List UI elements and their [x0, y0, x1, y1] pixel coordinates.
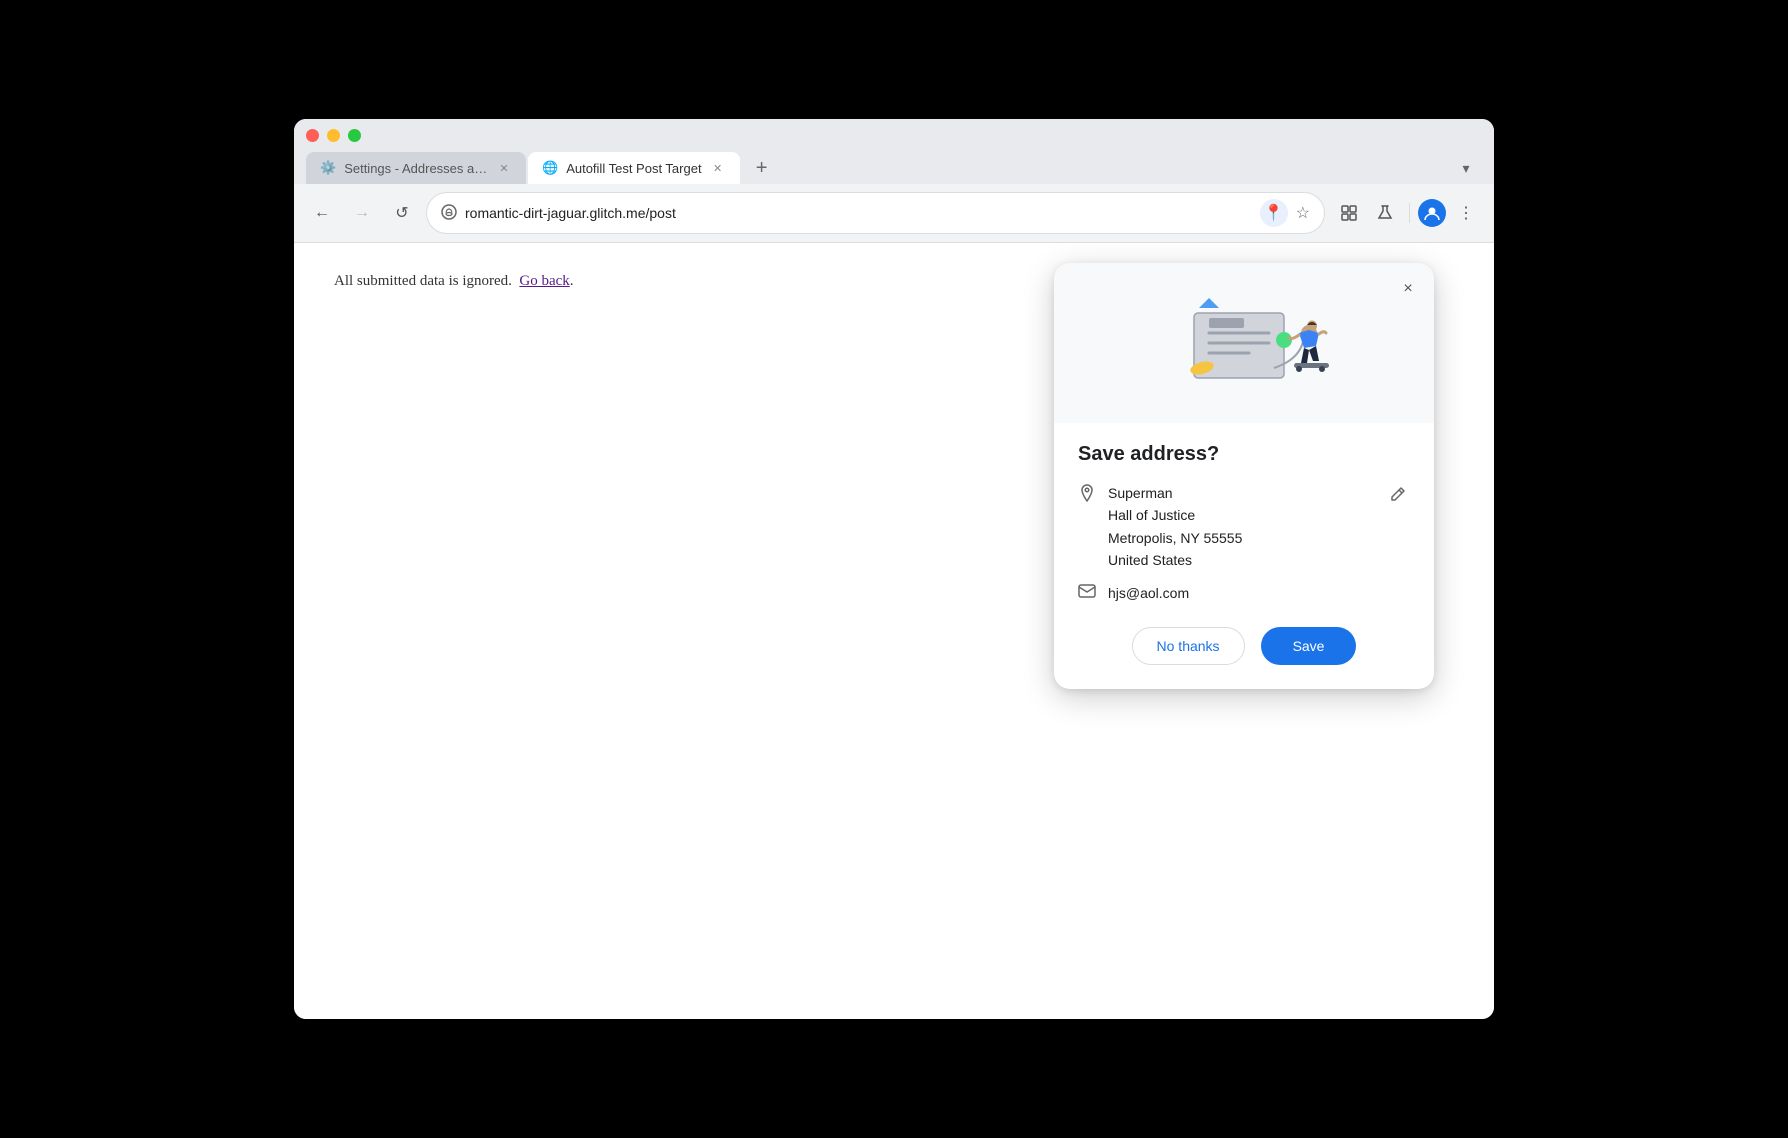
tab-dropdown-button[interactable]: ▾ [1450, 152, 1482, 184]
no-thanks-button[interactable]: No thanks [1132, 627, 1245, 665]
maximize-window-button[interactable] [348, 129, 361, 142]
go-back-link[interactable]: Go back [519, 273, 569, 289]
close-window-button[interactable] [306, 129, 319, 142]
page-content: All submitted data is ignored. Go back. [294, 243, 1494, 1019]
popup-close-button[interactable]: × [1394, 275, 1422, 303]
minimize-window-button[interactable] [327, 129, 340, 142]
profile-avatar[interactable] [1418, 199, 1446, 227]
reload-button[interactable]: ↺ [386, 197, 418, 229]
autofill-tab-title: Autofill Test Post Target [566, 161, 701, 176]
email-text: hjs@aol.com [1108, 585, 1189, 601]
address-details: Superman Hall of Justice Metropolis, NY … [1108, 482, 1372, 572]
new-tab-button[interactable]: + [746, 152, 778, 184]
period: . [570, 273, 574, 289]
popup-title: Save address? [1078, 443, 1410, 466]
popup-illustration: × [1054, 263, 1434, 423]
settings-tab-close[interactable]: ✕ [496, 160, 512, 176]
location-icon[interactable]: 📍 [1260, 199, 1288, 227]
address-edit-button[interactable] [1384, 482, 1410, 513]
back-button[interactable]: ← [306, 197, 338, 229]
address-line2: Metropolis, NY 55555 [1108, 527, 1372, 549]
save-button[interactable]: Save [1261, 627, 1357, 665]
address-row: Superman Hall of Justice Metropolis, NY … [1078, 482, 1410, 572]
illustration-svg [1144, 278, 1344, 408]
popup-body: Save address? Superman Hall of Justice M… [1054, 423, 1434, 689]
page-content-text: All submitted data is ignored. [334, 273, 512, 289]
address-name: Superman [1108, 482, 1372, 504]
autofill-tab-close[interactable]: ✕ [710, 160, 726, 176]
autofill-tab-icon: 🌐 [542, 160, 558, 176]
email-row: hjs@aol.com [1078, 584, 1410, 603]
nav-icons-right: ⋮ [1333, 197, 1482, 229]
email-icon [1078, 584, 1096, 603]
nav-bar: ← → ↺ romantic-dirt-jaguar.glitch.me/pos… [294, 184, 1494, 243]
title-bar: ⚙️ Settings - Addresses and mo ✕ 🌐 Autof… [294, 119, 1494, 184]
popup-actions: No thanks Save [1078, 627, 1410, 665]
extensions-button[interactable] [1333, 197, 1365, 229]
popup-overlay: × Save address? Superman [294, 243, 1494, 1019]
tabs-row: ⚙️ Settings - Addresses and mo ✕ 🌐 Autof… [306, 152, 1482, 184]
bookmark-icon[interactable]: ☆ [1296, 203, 1310, 223]
settings-tab-title: Settings - Addresses and mo [344, 161, 488, 176]
window-controls [306, 129, 1482, 142]
address-country: United States [1108, 549, 1372, 571]
tab-settings[interactable]: ⚙️ Settings - Addresses and mo ✕ [306, 152, 526, 184]
browser-window: ⚙️ Settings - Addresses and mo ✕ 🌐 Autof… [294, 119, 1494, 1019]
address-bar[interactable]: romantic-dirt-jaguar.glitch.me/post 📍 ☆ [426, 192, 1325, 234]
nav-divider [1409, 203, 1410, 223]
forward-button[interactable]: → [346, 197, 378, 229]
address-location-icon [1078, 484, 1096, 507]
save-address-popup: × Save address? Superman [1054, 263, 1434, 689]
security-icon [441, 204, 457, 223]
tab-autofill[interactable]: 🌐 Autofill Test Post Target ✕ [528, 152, 740, 184]
more-options-button[interactable]: ⋮ [1450, 197, 1482, 229]
address-line1: Hall of Justice [1108, 504, 1372, 526]
settings-tab-icon: ⚙️ [320, 160, 336, 176]
lab-button[interactable] [1369, 197, 1401, 229]
url-text: romantic-dirt-jaguar.glitch.me/post [465, 205, 1252, 221]
